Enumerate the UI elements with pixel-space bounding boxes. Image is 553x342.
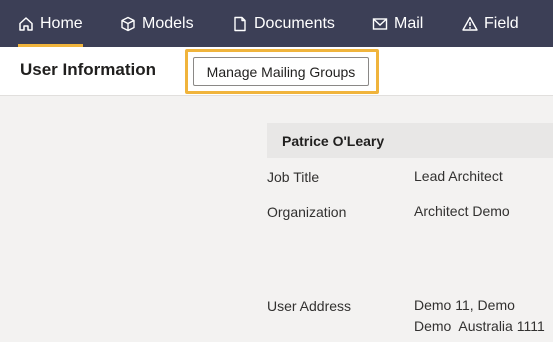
user-address-line2: Demo Australia 1111 [414,318,545,334]
organization-label: Organization [267,204,347,220]
job-title-label: Job Title [267,169,320,185]
user-name-header: Patrice O'Leary [267,123,553,158]
nav-documents[interactable]: Documents [232,0,335,47]
nav-home[interactable]: Home [18,0,83,47]
warning-icon [462,16,478,32]
page-title: User Information [20,60,157,79]
job-title-value: Lead Architect [414,168,503,184]
nav-models-label: Models [142,14,194,32]
user-address-line1: Demo 11, Demo [414,297,515,313]
mail-icon [372,16,388,32]
document-icon [232,16,248,32]
top-navbar: Home Models Documents Mail Field [0,0,553,47]
nav-field[interactable]: Field [462,0,519,47]
user-address-label: User Address [267,298,352,314]
nav-documents-label: Documents [254,14,335,32]
nav-mail[interactable]: Mail [372,0,423,47]
nav-models[interactable]: Models [120,0,194,47]
cube-icon [120,16,136,32]
organization-value: Architect Demo [414,203,510,219]
nav-field-label: Field [484,14,519,32]
manage-mailing-groups-button[interactable]: Manage Mailing Groups [193,57,369,86]
home-icon [18,16,34,32]
nav-mail-label: Mail [394,14,424,32]
user-name: Patrice O'Leary [282,133,385,149]
nav-home-label: Home [40,14,83,32]
page-header: User Information Manage Mailing Groups [0,47,553,96]
